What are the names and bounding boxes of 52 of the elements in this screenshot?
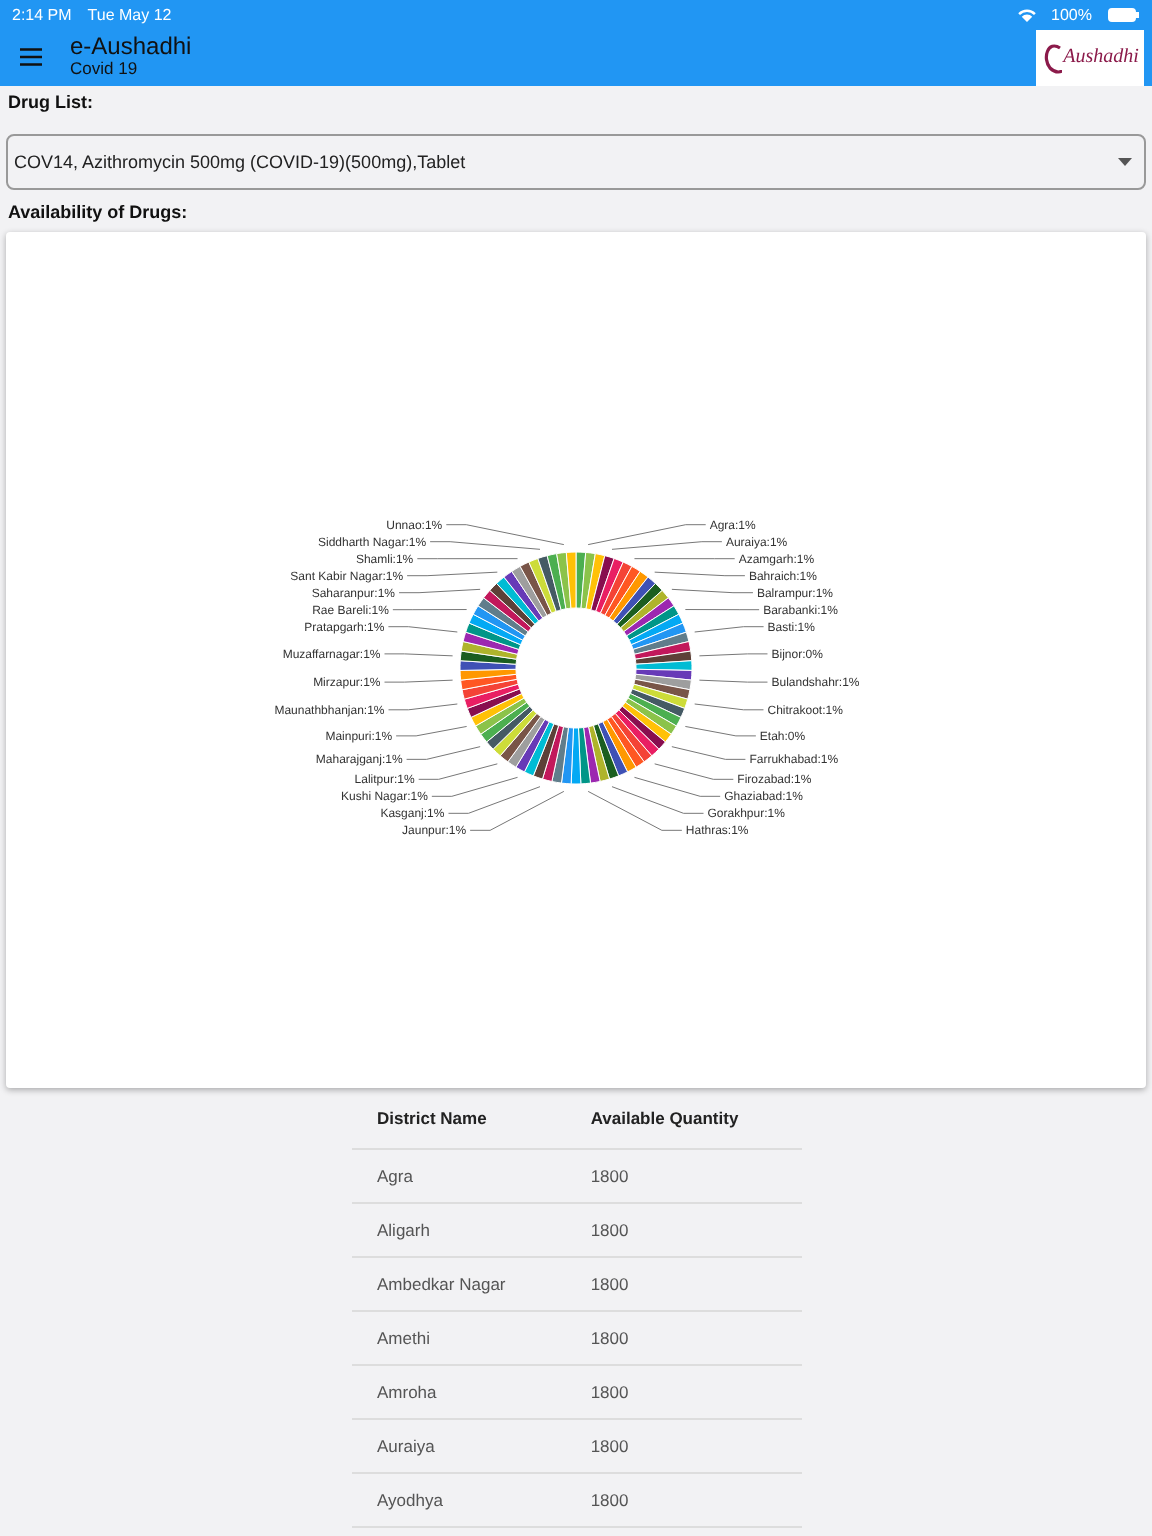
leader-line	[388, 703, 458, 711]
leader-line	[392, 609, 468, 611]
leader-line	[384, 679, 454, 683]
table-cell: Ambedkar Nagar	[351, 1257, 565, 1311]
table-cell: 1800	[564, 1311, 801, 1365]
column-header: District Name	[351, 1096, 565, 1149]
leader-line	[671, 746, 746, 760]
table-cell: Ayodhya	[351, 1473, 565, 1527]
leader-line	[387, 626, 458, 633]
leader-line	[416, 558, 519, 560]
leader-line	[654, 763, 734, 780]
leader-line	[633, 558, 736, 560]
table-cell: Amethi	[351, 1311, 565, 1365]
leader-line	[395, 725, 468, 737]
leader-line	[684, 609, 760, 611]
table-cell: Aligarh	[351, 1203, 565, 1257]
table-cell: 1800	[564, 1365, 801, 1419]
status-time: 2:14 PM	[12, 5, 72, 23]
leader-line	[398, 588, 481, 594]
table-cell: 1800	[564, 1473, 801, 1527]
column-header: Available Quantity	[564, 1096, 801, 1149]
swoosh-icon	[1041, 39, 1062, 75]
leader-line	[406, 746, 481, 760]
leader-line	[698, 653, 768, 657]
table-cell: 1800	[564, 1149, 801, 1203]
availability-label: Availability of Drugs:	[6, 200, 190, 226]
leader-line	[384, 653, 454, 657]
table-cell: Auraiya	[351, 1419, 565, 1473]
dropdown-caret-icon	[1118, 158, 1132, 166]
leader-line	[694, 626, 765, 633]
battery-percent: 100%	[1051, 5, 1092, 23]
leader-line	[671, 588, 754, 594]
logo-text: Aushadhi	[1063, 46, 1139, 68]
table-cell: 1800	[564, 1419, 801, 1473]
leader-line	[684, 725, 757, 737]
table-cell: 1800	[564, 1257, 801, 1311]
battery-icon	[1108, 7, 1140, 21]
table-cell: Agra	[351, 1149, 565, 1203]
wifi-icon	[1017, 7, 1036, 21]
status-date: Tue May 12	[87, 5, 172, 23]
app-subtitle: Covid 19	[70, 60, 140, 80]
leader-line	[694, 703, 764, 711]
leader-line	[406, 571, 498, 577]
leader-line	[698, 679, 768, 683]
app-title: e-Aushadhi	[70, 34, 192, 61]
leader-line	[654, 571, 746, 577]
leader-line	[418, 763, 498, 780]
menu-icon[interactable]	[20, 48, 42, 66]
drug-list-label: Drug List:	[6, 90, 95, 116]
drug-dropdown[interactable]: COV14, Azithromycin 500mg (COVID-19)(500mg),Tablet	[6, 134, 1146, 190]
table-cell: Amroha	[351, 1365, 565, 1419]
table-cell: 1800	[564, 1203, 801, 1257]
